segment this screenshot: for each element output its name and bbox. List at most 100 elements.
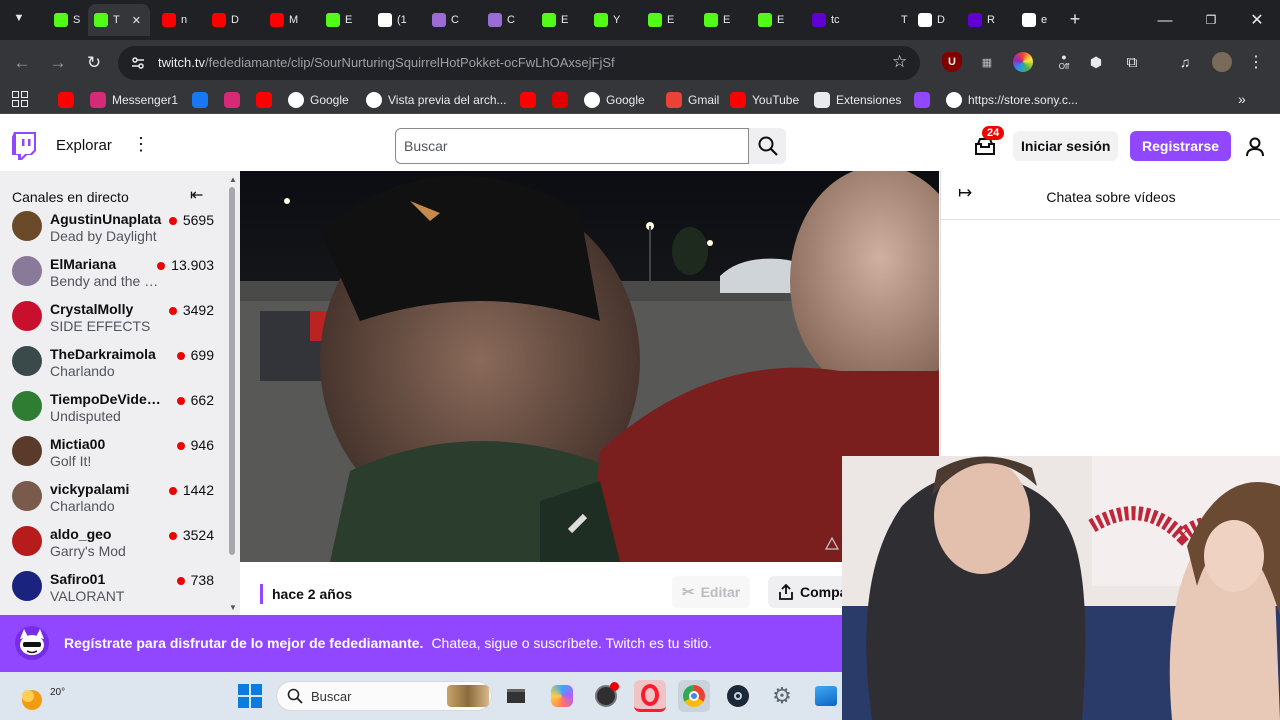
browser-tab[interactable]: C <box>482 4 528 36</box>
search-button[interactable] <box>749 128 786 164</box>
bookmark-item[interactable]: YouTube <box>730 91 799 109</box>
video-frame <box>240 171 939 562</box>
extensions-puzzle-icon[interactable]: ⧉ <box>1122 52 1142 72</box>
live-channel-item[interactable]: AgustinUnaplata Dead by Daylight 5695 <box>0 205 226 250</box>
explore-link[interactable]: Explorar <box>56 137 112 154</box>
close-tab-icon[interactable]: ✕ <box>132 14 141 27</box>
browser-tab[interactable]: R <box>962 4 1008 36</box>
tab-title: e <box>1041 14 1048 26</box>
steam-icon[interactable] <box>722 680 754 712</box>
tab-search-icon[interactable]: ▼ <box>10 12 28 28</box>
off-extension-icon[interactable]: ● Off <box>1054 52 1074 72</box>
bookmark-item[interactable] <box>256 91 278 109</box>
video-player[interactable] <box>240 171 939 562</box>
browser-tab[interactable]: E <box>698 4 744 36</box>
youtube-icon <box>58 92 74 108</box>
signup-button[interactable]: Registrarse <box>1130 131 1232 161</box>
browser-tab[interactable]: D <box>912 4 958 36</box>
address-bar[interactable]: twitch.tv/fedediamante/clip/SourNurturin… <box>118 46 920 80</box>
channel-avatar <box>12 346 42 376</box>
photos-icon[interactable] <box>810 680 842 712</box>
browser-menu-icon[interactable]: ⋮ <box>1246 52 1266 72</box>
browser-tab[interactable]: tc <box>806 4 852 36</box>
twitch-logo-icon[interactable] <box>12 132 36 160</box>
media-control-icon[interactable]: ♫ <box>1175 52 1195 72</box>
bookmark-item[interactable]: Messenger1 <box>90 91 178 109</box>
taskbar-search[interactable]: Buscar <box>276 681 492 711</box>
channel-avatar <box>12 211 42 241</box>
bookmark-item[interactable] <box>58 91 80 109</box>
close-window-button[interactable]: ✕ <box>1234 0 1280 40</box>
chrome-icon[interactable] <box>678 680 710 712</box>
browser-tab[interactable]: E <box>320 4 366 36</box>
live-channel-item[interactable]: aldo_geo Garry's Mod 3524 <box>0 520 226 565</box>
url-path: /fedediamante/clip/SourNurturingSquirrel… <box>204 55 615 70</box>
minimize-button[interactable]: — <box>1142 0 1188 40</box>
profile-avatar[interactable] <box>1212 52 1232 72</box>
channel-game: Dead by Daylight <box>50 228 157 244</box>
bookmark-item[interactable] <box>224 91 246 109</box>
weather-widget[interactable]: 20° <box>18 678 65 714</box>
live-channel-item[interactable]: CrystalMolly SIDE EFFECTS 3492 <box>0 295 226 340</box>
browser-tab[interactable]: C <box>426 4 472 36</box>
site-info-icon[interactable] <box>130 55 146 71</box>
restore-button[interactable]: ❐ <box>1188 0 1234 40</box>
browser-tab[interactable]: T ✕ <box>88 4 150 36</box>
channel-name: TheDarkraimola <box>50 346 156 362</box>
collapse-sidebar-icon[interactable]: ⇤ <box>190 185 203 205</box>
new-tab-button[interactable]: + <box>1066 9 1084 29</box>
windows-start-icon[interactable] <box>234 680 266 712</box>
bookmarks-bar: Messenger1 Google Vista previa del arch...… <box>0 86 1280 114</box>
browser-tab[interactable]: (1 <box>372 4 418 36</box>
more-options-icon[interactable]: ⋮ <box>132 134 150 155</box>
bookmark-item[interactable]: Google <box>288 91 349 109</box>
live-channel-item[interactable]: Safiro01 VALORANT 738 <box>0 565 226 610</box>
live-channel-item[interactable]: Mictia00 Golf It! 946 <box>0 430 226 475</box>
channel-name: CrystalMolly <box>50 301 134 317</box>
browser-tab[interactable]: D <box>206 4 252 36</box>
extension-grid-icon[interactable]: ▦ <box>977 52 997 72</box>
bookmark-item[interactable]: Vista previa del arch... <box>366 91 507 109</box>
browser-tab[interactable]: E <box>752 4 798 36</box>
bookmark-item[interactable] <box>914 91 936 109</box>
login-button[interactable]: Iniciar sesión <box>1013 131 1119 161</box>
bookmark-item[interactable]: Google <box>584 91 645 109</box>
bookmark-item[interactable]: Extensiones <box>814 91 901 109</box>
sidebar-scrollbar[interactable]: ▲ ▼ <box>229 175 237 612</box>
signup-banner[interactable]: Regístrate para disfrutar de lo mejor de… <box>0 615 842 672</box>
shield-extension-icon[interactable]: ⬢ <box>1086 52 1106 72</box>
bookmark-star-icon[interactable]: ☆ <box>892 52 907 72</box>
live-channel-item[interactable]: TiempoDeVideojuegosUndisputed 662 <box>0 385 226 430</box>
search-input[interactable] <box>395 128 749 164</box>
copilot-icon[interactable] <box>546 680 578 712</box>
color-picker-extension-icon[interactable] <box>1013 52 1033 72</box>
live-channel-item[interactable]: ElMarianaBendy and the Ink Machine 13.903 <box>0 250 226 295</box>
share-button[interactable]: Compartir <box>768 576 848 608</box>
bookmark-item[interactable] <box>552 91 574 109</box>
forward-button[interactable]: → <box>45 50 71 76</box>
apps-grid-icon[interactable] <box>12 91 28 107</box>
ublock-extension-icon[interactable]: U <box>942 52 962 72</box>
browser-tab[interactable]: Y <box>588 4 634 36</box>
bookmark-item[interactable] <box>520 91 542 109</box>
live-channel-item[interactable]: TheDarkraimola Charlando 699 <box>0 340 226 385</box>
file-explorer-icon[interactable] <box>500 680 532 712</box>
edit-button[interactable]: ✂ Editar <box>672 576 751 608</box>
obs-icon[interactable] <box>590 680 622 712</box>
reload-button[interactable]: ↻ <box>81 50 107 76</box>
globe-icon <box>366 92 382 108</box>
bookmark-item[interactable] <box>192 91 214 109</box>
bookmark-item[interactable]: Gmail <box>666 91 719 109</box>
browser-tab[interactable]: M <box>264 4 310 36</box>
user-icon[interactable] <box>1244 136 1266 158</box>
opera-icon[interactable] <box>634 680 666 712</box>
browser-tab[interactable]: E <box>536 4 582 36</box>
browser-tab[interactable]: n <box>156 4 202 36</box>
settings-icon[interactable]: ⚙ <box>766 680 798 712</box>
browser-tab[interactable]: e <box>1016 4 1062 36</box>
bookmark-item[interactable]: https://store.sony.c... <box>946 91 1078 109</box>
more-bookmarks-icon[interactable]: » <box>1238 91 1246 107</box>
live-channel-item[interactable]: vickypalami Charlando 1442 <box>0 475 226 520</box>
back-button[interactable]: ← <box>9 50 35 76</box>
browser-tab[interactable]: E <box>642 4 688 36</box>
